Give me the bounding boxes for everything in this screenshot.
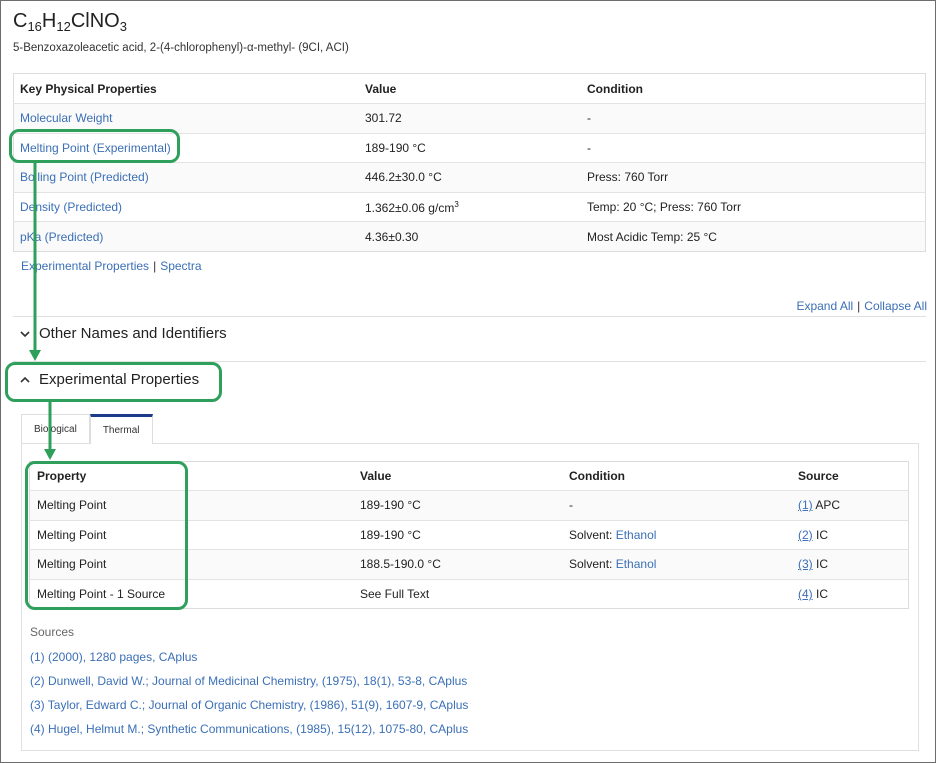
property-value: 446.2±30.0 °C: [359, 162, 581, 193]
experimental-properties-table: Property Value Condition Source Melting …: [29, 461, 909, 610]
column-header: Key Physical Properties: [20, 81, 157, 96]
property-condition: Solvent: Ethanol: [562, 519, 791, 550]
source-code: IC: [816, 527, 829, 542]
table-header-row: Property Value Condition Source: [30, 462, 909, 491]
table-row: Melting Point 189-190 °C - (1) APC: [29, 490, 909, 521]
column-header: Condition: [569, 469, 625, 483]
column-header: Source: [798, 469, 839, 483]
spectra-link[interactable]: Spectra: [160, 259, 201, 273]
key-properties-links: Experimental Properties | Spectra: [21, 259, 202, 273]
property-value: 189-190 °C: [359, 132, 581, 163]
property-value: 189-190 °C: [353, 490, 562, 521]
condition-text: Solvent:: [569, 557, 616, 572]
condition-text: Solvent:: [569, 527, 616, 542]
source-reference-link[interactable]: (3): [798, 557, 813, 571]
link-separator: |: [153, 259, 157, 273]
table-row: Density (Predicted) 1.362±0.06 g/cm3 Tem…: [13, 191, 926, 222]
table-row: pKa (Predicted) 4.36±0.30 Most Acidic Te…: [13, 221, 926, 252]
property-link-melting-point[interactable]: Melting Point (Experimental): [20, 141, 171, 155]
property-name: Melting Point: [29, 519, 353, 550]
tab-thermal[interactable]: Thermal: [89, 414, 153, 444]
molecular-formula: C16H12ClNO3: [13, 10, 127, 33]
tab-biological[interactable]: Biological: [21, 414, 90, 443]
solvent-link[interactable]: Ethanol: [616, 557, 657, 571]
compound-name: 5-Benzoxazoleacetic acid, 2-(4-chlorophe…: [13, 42, 349, 54]
link-separator: |: [857, 299, 861, 313]
column-header: Condition: [587, 81, 643, 96]
column-header: Value: [360, 469, 392, 483]
property-value: 189-190 °C: [353, 519, 562, 550]
column-header: Property: [37, 469, 87, 483]
property-value: 188.5-190.0 °C: [353, 549, 562, 580]
property-value: 4.36±0.30: [359, 221, 581, 252]
source-reference-link[interactable]: (1): [798, 498, 813, 512]
source-citation-link[interactable]: (4) Hugel, Helmut M.; Synthetic Communic…: [30, 722, 468, 736]
formula-element: H: [41, 10, 57, 32]
property-value: 1.362±0.06 g/cm3: [359, 191, 581, 222]
formula-subscript: 12: [56, 19, 71, 34]
property-tabs: Biological Thermal: [21, 414, 153, 444]
property-name: Melting Point: [29, 490, 353, 521]
source-citation-link[interactable]: (1) (2000), 1280 pages, CAplus: [30, 650, 197, 664]
table-header-row: Key Physical Properties Value Condition: [14, 74, 926, 104]
formula-subscript: 16: [27, 19, 42, 34]
property-condition: -: [581, 103, 926, 134]
property-condition: Temp: 20 °C; Press: 760 Torr: [581, 191, 926, 222]
collapse-all-link[interactable]: Collapse All: [864, 299, 927, 313]
section-header-other-names[interactable]: Other Names and Identifiers: [13, 325, 227, 342]
section-title: Other Names and Identifiers: [39, 325, 227, 342]
property-value: See Full Text: [353, 578, 562, 609]
unit-superscript: 3: [454, 199, 459, 209]
property-condition: [562, 578, 791, 609]
section-title: Experimental Properties: [39, 371, 200, 388]
property-condition: -: [562, 490, 791, 521]
property-condition: Most Acidic Temp: 25 °C: [581, 221, 926, 252]
formula-subscript: 3: [119, 19, 127, 34]
property-name: Melting Point - 1 Source: [29, 578, 353, 609]
sources-list: (1) (2000), 1280 pages, CAplus (2) Dunwe…: [30, 650, 468, 746]
source-citation-link[interactable]: (2) Dunwell, David W.; Journal of Medici…: [30, 674, 467, 688]
source-reference-link[interactable]: (4): [798, 587, 813, 601]
solvent-link[interactable]: Ethanol: [616, 528, 657, 542]
property-source: (3) IC: [791, 549, 909, 580]
table-row: Molecular Weight 301.72 -: [13, 103, 926, 134]
section-divider: [13, 361, 926, 362]
property-link-pka[interactable]: pKa (Predicted): [20, 230, 103, 244]
source-code: IC: [816, 557, 829, 572]
experimental-properties-link[interactable]: Experimental Properties: [21, 259, 149, 273]
section-divider: [13, 316, 926, 317]
table-row: Melting Point 189-190 °C Solvent: Ethano…: [29, 519, 909, 550]
formula-element: ClNO: [70, 10, 120, 32]
source-code: IC: [816, 587, 829, 602]
expand-all-link[interactable]: Expand All: [796, 299, 853, 313]
property-source: (4) IC: [791, 578, 909, 609]
property-link-boiling-point[interactable]: Boiling Point (Predicted): [20, 170, 149, 184]
sources-heading: Sources: [30, 625, 75, 639]
property-source: (2) IC: [791, 519, 909, 550]
property-value: 301.72: [359, 103, 581, 134]
column-header: Value: [365, 81, 397, 96]
density-value: 1.362±0.06 g/cm: [365, 200, 455, 215]
table-row: Boiling Point (Predicted) 446.2±30.0 °C …: [13, 162, 926, 193]
table-row: Melting Point - 1 Source See Full Text (…: [29, 578, 909, 609]
property-link-molecular-weight[interactable]: Molecular Weight: [20, 111, 112, 125]
table-row: Melting Point (Experimental) 189-190 °C …: [13, 132, 926, 163]
source-code: APC: [815, 498, 841, 513]
property-condition: -: [581, 132, 926, 163]
table-row: Melting Point 188.5-190.0 °C Solvent: Et…: [29, 549, 909, 580]
property-condition: Solvent: Ethanol: [562, 549, 791, 580]
property-source: (1) APC: [791, 490, 909, 521]
section-header-experimental-properties[interactable]: Experimental Properties: [13, 371, 199, 388]
chevron-up-icon: [13, 374, 37, 386]
chevron-down-icon: [13, 328, 37, 340]
formula-element: C: [13, 10, 28, 32]
condition-text: -: [569, 498, 573, 513]
expand-collapse-controls: Expand All | Collapse All: [796, 299, 927, 313]
property-name: Melting Point: [29, 549, 353, 580]
property-link-density[interactable]: Density (Predicted): [20, 200, 122, 214]
source-reference-link[interactable]: (2): [798, 528, 813, 542]
property-condition: Press: 760 Torr: [581, 162, 926, 193]
key-properties-table: Key Physical Properties Value Condition …: [13, 73, 926, 252]
source-citation-link[interactable]: (3) Taylor, Edward C.; Journal of Organi…: [30, 698, 468, 712]
